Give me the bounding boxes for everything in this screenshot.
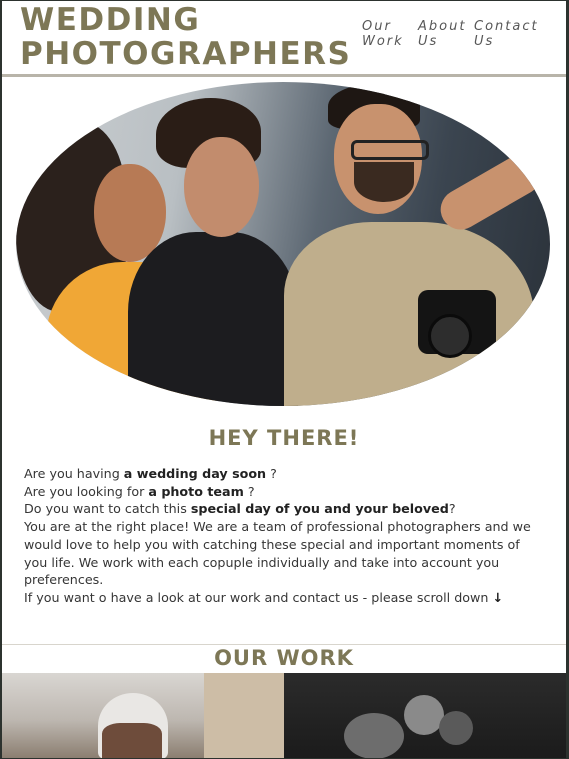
couple-shape [102, 723, 162, 758]
camera-lens [428, 314, 472, 358]
gallery-photo-bouquet[interactable] [284, 673, 566, 758]
nav-link-our-work[interactable]: Our Work [362, 19, 404, 49]
text-span: If you want o have a look at our work an… [24, 589, 489, 605]
emphasis: a photo team [148, 483, 244, 499]
site-header: WEDDING PHOTOGRAPHERS Our Work About Us … [2, 1, 566, 74]
glasses [351, 140, 429, 160]
intro-scroll-hint: If you want o have a look at our work an… [24, 589, 544, 607]
text-span: ? [266, 466, 277, 481]
pointing-arm [433, 147, 549, 237]
text-span: Are you having [24, 466, 124, 481]
text-span: ? [448, 501, 456, 517]
flower-shape [439, 711, 473, 745]
intro-text: Are you having a wedding day soon ? Are … [24, 465, 544, 607]
young-man-face [184, 137, 259, 237]
photographer-beard [354, 162, 414, 202]
building-shape [204, 673, 284, 758]
bouquet-shape [344, 713, 404, 758]
intro-title: HEY THERE! [208, 426, 360, 450]
brand-logo[interactable]: WEDDING PHOTOGRAPHERS [20, 3, 350, 71]
flower-shape [404, 695, 444, 735]
young-man-figure [128, 232, 298, 406]
hero-image [16, 82, 550, 406]
text-span: Are you looking for [24, 483, 149, 499]
intro-question-2: Are you looking for a photo team ? [24, 483, 544, 501]
header-divider [2, 74, 566, 77]
intro-question-3: Do you want to catch this special day of… [24, 500, 544, 518]
our-work-title: OUR WORK [214, 646, 354, 670]
work-gallery [2, 673, 566, 758]
text-span: Do you want to catch this [24, 501, 191, 517]
main-nav: Our Work About Us Contact Us [362, 19, 546, 49]
photographer-figure [284, 222, 534, 406]
nav-link-about-us[interactable]: About Us [418, 19, 464, 49]
gallery-photo-couple[interactable] [2, 673, 284, 758]
page: WEDDING PHOTOGRAPHERS Our Work About Us … [2, 1, 566, 758]
nav-link-contact-us[interactable]: Contact Us [474, 19, 546, 49]
arrow-down-icon: ↓ [492, 589, 504, 605]
section-divider [2, 644, 566, 645]
emphasis: a wedding day soon [123, 466, 267, 481]
intro-paragraph: You are at the right place! We are a tea… [24, 519, 531, 588]
emphasis: special day of you and your beloved [190, 501, 449, 517]
text-span: ? [243, 483, 255, 499]
intro-question-1: Are you having a wedding day soon ? [24, 465, 544, 483]
